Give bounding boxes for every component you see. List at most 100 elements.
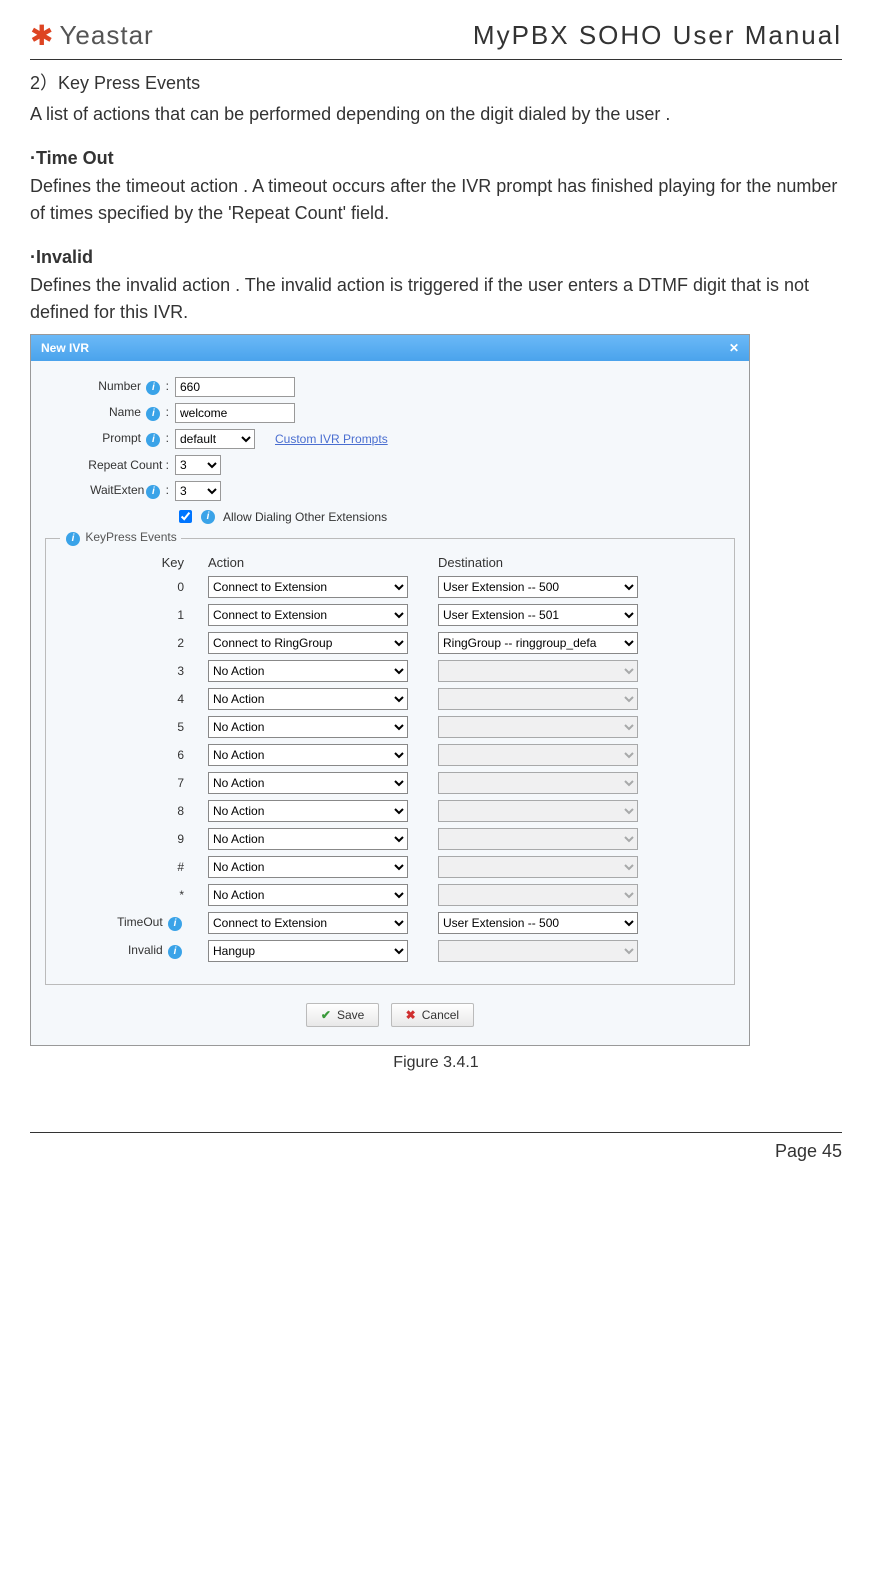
kp-action-select[interactable]: Connect to RingGroup [208,632,408,654]
kp-dest-select [438,716,638,738]
kp-action-select[interactable]: No Action [208,688,408,710]
kp-action-select[interactable]: No Action [208,884,408,906]
kp-key-label: 1 [58,608,208,622]
info-icon[interactable]: i [201,510,215,524]
waitexten-select[interactable]: 3 [175,481,221,501]
kp-action-select[interactable]: No Action [208,660,408,682]
kp-key-header: Key [58,555,208,570]
number-label: Number i : [45,379,175,395]
invalid-desc: Defines the invalid action . The invalid… [30,272,842,326]
dialog-title: New IVR [41,341,89,355]
number-field[interactable] [175,377,295,397]
kp-dest-select[interactable]: User Extension -- 500 [438,576,638,598]
kp-action-select[interactable]: Hangup [208,940,408,962]
name-label: Name i : [45,405,175,421]
logo-text: Yeastar [59,20,153,51]
info-icon[interactable]: i [146,381,160,395]
prompt-select[interactable]: default [175,429,255,449]
kp-key-label: TimeOut i [58,915,208,931]
kp-key-label: 2 [58,636,208,650]
waitexten-label: WaitExteni : [45,483,175,499]
keypress-heading: 2）Key Press Events [30,70,842,97]
timeout-desc: Defines the timeout action . A timeout o… [30,173,842,227]
kp-row: 3No Action [58,660,722,682]
kp-dest-select [438,884,638,906]
kp-row: *No Action [58,884,722,906]
kp-dest-select [438,660,638,682]
kp-action-select[interactable]: Connect to Extension [208,576,408,598]
kp-dest-select [438,744,638,766]
kp-row: 2Connect to RingGroup RingGroup -- ringgr… [58,632,722,654]
kp-action-header: Action [208,555,438,570]
kp-key-label: 7 [58,776,208,790]
repeat-select[interactable]: 3 [175,455,221,475]
allow-dialing-label: Allow Dialing Other Extensions [223,510,387,524]
kp-dest-select [438,688,638,710]
kp-row: 7No Action [58,772,722,794]
kp-dest-select [438,940,638,962]
close-icon[interactable]: ✕ [729,341,739,355]
info-icon[interactable]: i [168,917,182,931]
dialog-titlebar: New IVR ✕ [31,335,749,361]
kp-header-row: Key Action Destination [58,555,722,570]
kp-dest-select [438,772,638,794]
kp-action-select[interactable]: No Action [208,744,408,766]
kp-row: 5No Action [58,716,722,738]
info-icon[interactable]: i [146,407,160,421]
kp-key-label: 0 [58,580,208,594]
kp-row: 4No Action [58,688,722,710]
kp-dest-select[interactable]: RingGroup -- ringgroup_defa [438,632,638,654]
kp-dest-select [438,800,638,822]
kp-action-select[interactable]: No Action [208,716,408,738]
kp-key-label: * [58,888,208,902]
kp-dest-select [438,828,638,850]
kp-row: #No Action [58,856,722,878]
kp-row: 0Connect to Extension User Extension -- 5… [58,576,722,598]
figure-caption: Figure 3.4.1 [30,1054,842,1072]
kp-action-select[interactable]: No Action [208,772,408,794]
logo-flower-icon: ✱ [30,22,53,50]
ivr-dialog: New IVR ✕ Number i : Name i : Prompt i : [30,334,750,1046]
kp-key-label: # [58,860,208,874]
kp-row: Invalid iHangup [58,940,722,962]
cancel-button[interactable]: ✖ Cancel [391,1003,474,1027]
timeout-heading: ·Time Out [30,148,842,169]
kp-key-label: Invalid i [58,943,208,959]
kp-dest-select[interactable]: User Extension -- 501 [438,604,638,626]
allow-dialing-checkbox[interactable] [179,510,192,523]
kp-action-select[interactable]: Connect to Extension [208,604,408,626]
kp-action-select[interactable]: No Action [208,856,408,878]
kp-key-label: 5 [58,720,208,734]
info-icon[interactable]: i [168,945,182,959]
kp-action-select[interactable]: No Action [208,828,408,850]
save-button[interactable]: ✔ Save [306,1003,379,1027]
kp-dest-header: Destination [438,555,668,570]
doc-title: MyPBX SOHO User Manual [473,20,842,51]
x-icon: ✖ [406,1008,416,1022]
doc-header: ✱ Yeastar MyPBX SOHO User Manual [30,20,842,60]
custom-ivr-link[interactable]: Custom IVR Prompts [275,432,388,446]
repeat-label: Repeat Count : [45,458,175,472]
logo: ✱ Yeastar [30,20,154,51]
kp-key-label: 9 [58,832,208,846]
keypress-fieldset: i KeyPress Events Key Action Destination… [45,538,735,985]
kp-key-label: 8 [58,804,208,818]
invalid-heading: ·Invalid [30,247,842,268]
page-footer: Page 45 [30,1132,842,1162]
kp-row: 9No Action [58,828,722,850]
name-field[interactable] [175,403,295,423]
kp-row: 6No Action [58,744,722,766]
kp-row: 1Connect to Extension User Extension -- 5… [58,604,722,626]
kp-key-label: 3 [58,664,208,678]
info-icon[interactable]: i [66,532,80,546]
kp-action-select[interactable]: No Action [208,800,408,822]
kp-row: 8No Action [58,800,722,822]
kp-key-label: 6 [58,748,208,762]
kp-action-select[interactable]: Connect to Extension [208,912,408,934]
info-icon[interactable]: i [146,433,160,447]
info-icon[interactable]: i [146,485,160,499]
kp-dest-select[interactable]: User Extension -- 500 [438,912,638,934]
keypress-legend: i KeyPress Events [60,530,181,546]
kp-row: TimeOut iConnect to Extension User Extens… [58,912,722,934]
keypress-desc: A list of actions that can be performed … [30,101,842,128]
